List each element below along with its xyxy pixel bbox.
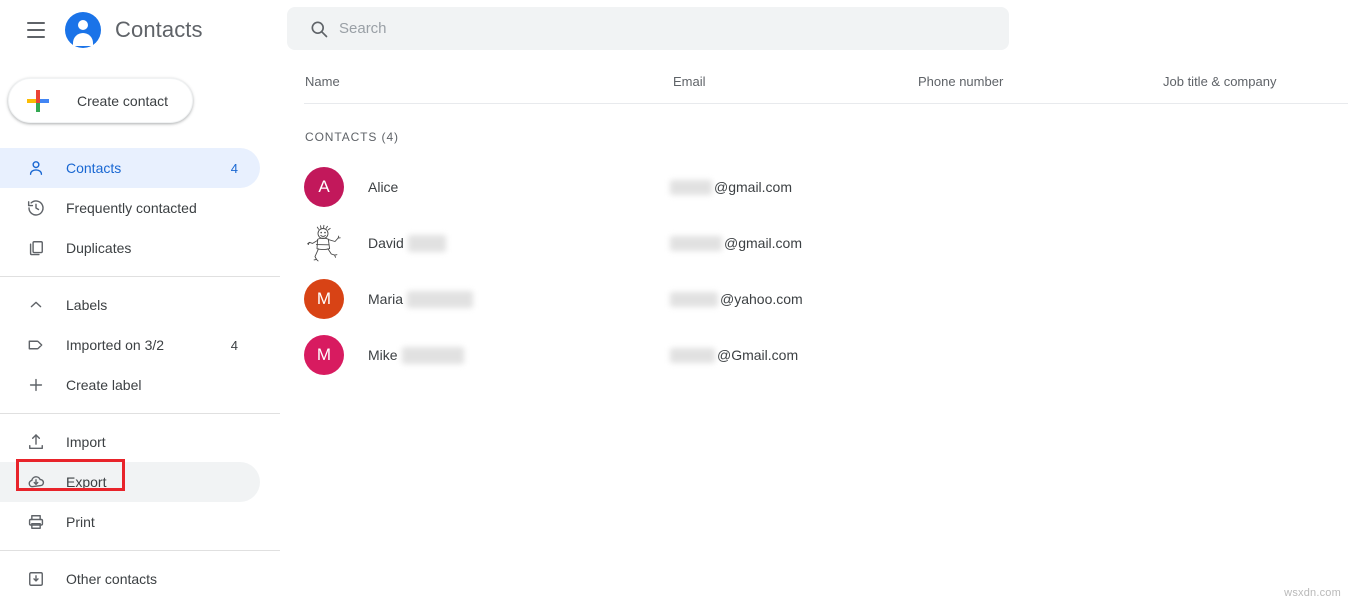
sidebar-divider: [0, 550, 280, 551]
sidebar-item-label: Contacts: [66, 160, 121, 176]
contact-name: Mike: [368, 347, 464, 364]
sidebar-item-print[interactable]: Print: [0, 502, 260, 542]
redacted-last-name: [407, 291, 473, 308]
sidebar-item-export[interactable]: Export: [0, 462, 260, 502]
sidebar-divider: [0, 276, 280, 277]
sidebar-item-label: Imported on 3/2: [66, 337, 164, 353]
main-content: Name Email Phone number Job title & comp…: [280, 0, 1349, 605]
avatar[interactable]: M: [304, 279, 344, 319]
email-domain: @gmail.com: [724, 235, 802, 251]
header-divider: [304, 103, 1348, 104]
sidebar-item-label: Frequently contacted: [66, 200, 197, 216]
column-header-name: Name: [305, 74, 340, 89]
contact-name: David: [368, 235, 446, 252]
email-domain: @Gmail.com: [717, 347, 798, 363]
sidebar-item-label: Export: [66, 474, 106, 490]
contact-row[interactable]: M Maria @yahoo.com: [280, 271, 1349, 327]
app-title: Contacts: [115, 17, 203, 43]
person-icon: [26, 158, 46, 178]
avatar-initial: M: [317, 289, 331, 309]
contact-first-name: Mike: [368, 347, 398, 363]
sidebar-item-label: Duplicates: [66, 240, 131, 256]
avatar[interactable]: A: [304, 167, 344, 207]
contact-email: @gmail.com: [670, 179, 792, 195]
cloud-download-icon: [26, 472, 46, 492]
redacted-last-name: [408, 235, 446, 252]
contact-email: @Gmail.com: [670, 347, 798, 363]
redacted-email-user: [670, 236, 722, 251]
avatar-initial: A: [318, 177, 329, 197]
redacted-last-name: [402, 347, 464, 364]
search-icon: [309, 19, 329, 39]
create-contact-label: Create contact: [77, 93, 168, 109]
contact-name: Maria: [368, 291, 473, 308]
contact-first-name: David: [368, 235, 404, 251]
contact-row[interactable]: A Alice @gmail.com: [280, 159, 1349, 215]
contact-name: Alice: [368, 179, 398, 195]
redacted-email-user: [670, 180, 712, 195]
sidebar-item-contacts[interactable]: Contacts 4: [0, 148, 260, 188]
search-input[interactable]: [339, 20, 1009, 37]
avatar[interactable]: M: [304, 335, 344, 375]
upload-icon: [26, 432, 46, 452]
contacts-group-label: CONTACTS (4): [305, 130, 399, 144]
contacts-list: A Alice @gmail.com David @gmail.com M Maria @ya…: [280, 159, 1349, 383]
sidebar-item-label: Labels: [66, 297, 107, 313]
sidebar-item-create-label[interactable]: Create label: [0, 365, 260, 405]
history-clock-icon: [26, 198, 46, 218]
column-header-job: Job title & company: [1163, 74, 1276, 89]
chevron-up-icon: [26, 295, 46, 315]
sidebar-item-label: Print: [66, 514, 95, 530]
plus-icon: [26, 375, 46, 395]
contact-email: @yahoo.com: [670, 291, 803, 307]
redacted-email-user: [670, 292, 718, 307]
email-domain: @gmail.com: [714, 179, 792, 195]
contact-first-name: Maria: [368, 291, 403, 307]
sidebar-item-duplicates[interactable]: Duplicates: [0, 228, 260, 268]
avatar[interactable]: [304, 223, 344, 263]
avatar-initial: M: [317, 345, 331, 365]
sidebar-divider: [0, 413, 280, 414]
contact-first-name: Alice: [368, 179, 398, 195]
contact-email: @gmail.com: [670, 235, 802, 251]
label-tag-icon: [26, 335, 46, 355]
sidebar-item-label: Other contacts: [66, 571, 157, 587]
email-domain: @yahoo.com: [720, 291, 803, 307]
box-download-icon: [26, 569, 46, 589]
contacts-person-icon: [65, 12, 101, 48]
redacted-email-user: [670, 348, 715, 363]
sidebar-item-import[interactable]: Import: [0, 422, 260, 462]
sidebar-item-label: Create label: [66, 377, 142, 393]
contact-row[interactable]: M Mike @Gmail.com: [280, 327, 1349, 383]
sidebar-item-label: Import: [66, 434, 106, 450]
google-plus-icon: [27, 90, 49, 112]
printer-icon: [26, 512, 46, 532]
column-header-email: Email: [673, 74, 706, 89]
contact-row[interactable]: David @gmail.com: [280, 215, 1349, 271]
sidebar-item-imported-on-3-2[interactable]: Imported on 3/2 4: [0, 325, 260, 365]
sidebar: Contacts Create contact Contacts 4 Frequen…: [0, 0, 280, 605]
create-contact-button[interactable]: Create contact: [8, 78, 193, 123]
sidebar-item-frequently-contacted[interactable]: Frequently contacted: [0, 188, 260, 228]
watermark: wsxdn.com: [1284, 587, 1341, 599]
copy-duplicate-icon: [26, 238, 46, 258]
column-header-phone: Phone number: [918, 74, 1003, 89]
sidebar-item-other-contacts[interactable]: Other contacts: [0, 559, 260, 599]
table-column-headers: Name Email Phone number Job title & comp…: [280, 74, 1349, 103]
hamburger-menu-icon[interactable]: [16, 10, 56, 50]
sidebar-item-count: 4: [231, 161, 238, 176]
search-bar[interactable]: [287, 7, 1009, 50]
sidebar-item-count: 4: [231, 338, 238, 353]
sidebar-nav: Contacts 4 Frequently contacted Duplicates L…: [0, 148, 280, 599]
sidebar-item-labels[interactable]: Labels: [0, 285, 260, 325]
app-header: Contacts: [0, 0, 203, 60]
